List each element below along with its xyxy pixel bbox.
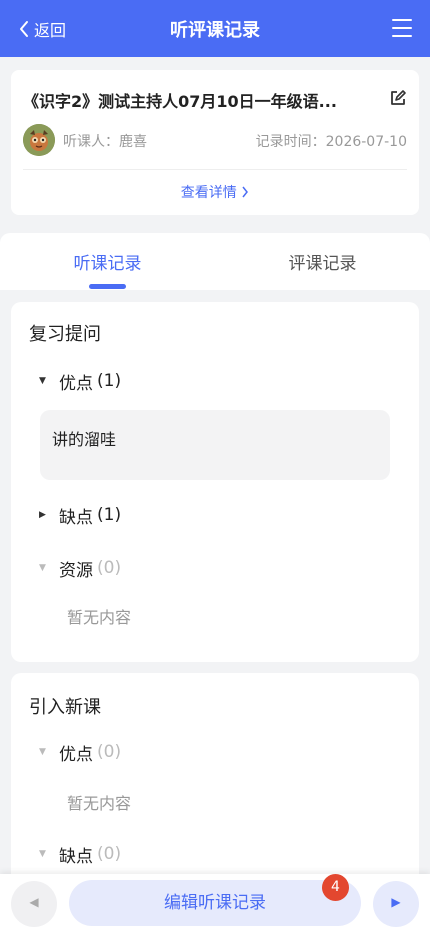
group-weaknesses-toggle[interactable]: ▼ 缺点 (0) — [39, 843, 122, 867]
group-strengths-toggle[interactable]: ▼ 优点 (0) — [39, 741, 122, 765]
group-label: 优点 — [59, 744, 93, 765]
group-weaknesses-toggle[interactable]: ▶ 缺点 (1) — [39, 504, 122, 528]
group-count: (1) — [97, 505, 122, 525]
group-label: 资源 — [59, 560, 93, 581]
divider — [23, 169, 407, 170]
empty-placeholder: 暂无内容 — [67, 794, 132, 813]
previous-button[interactable]: ◀ — [11, 881, 57, 927]
empty-placeholder: 暂无内容 — [67, 608, 132, 627]
group-count: (0) — [97, 844, 122, 864]
record-info-card: 《识字2》测试主持人07月10日一年级语... 听课人：鹿喜 记录时间：2026… — [11, 70, 419, 215]
lesson-title: 《识字2》测试主持人07月10日一年级语... — [23, 92, 337, 111]
view-details-label: 查看详情 — [180, 185, 237, 201]
top-navbar: 返回 听评课记录 — [0, 0, 430, 57]
group-count: (0) — [97, 742, 122, 762]
listener-info: 听课人：鹿喜 — [63, 134, 147, 150]
chevron-right-icon — [242, 186, 249, 198]
group-label: 缺点 — [59, 507, 93, 528]
section-title: 复习提问 — [29, 324, 101, 345]
section-title: 引入新课 — [29, 697, 101, 718]
group-strengths-toggle[interactable]: ▼ 优点 (1) — [39, 370, 122, 394]
group-count: (1) — [97, 371, 122, 391]
triangle-down-icon: ▼ — [39, 376, 46, 386]
record-tabs: 听课记录 评课记录 — [0, 233, 430, 290]
triangle-right-icon: ▶ — [39, 510, 46, 520]
count-badge: 4 — [322, 874, 349, 901]
triangle-down-icon: ▼ — [39, 747, 46, 757]
view-details-link[interactable]: 查看详情 — [11, 182, 419, 202]
play-left-icon: ◀ — [29, 895, 39, 909]
section-introduce-new-lesson: 引入新课 ▼ 优点 (0) 暂无内容 ▼ 缺点 (0) — [11, 673, 419, 893]
page-title: 听评课记录 — [170, 20, 260, 41]
triangle-down-icon: ▼ — [39, 849, 46, 859]
group-label: 优点 — [59, 373, 93, 394]
group-resources-toggle[interactable]: ▼ 资源 (0) — [39, 557, 122, 581]
record-time: 记录时间：2026-07-10 — [255, 134, 407, 150]
edit-icon[interactable] — [389, 89, 407, 107]
tab-evaluation-record[interactable]: 评课记录 — [215, 249, 430, 274]
active-tab-indicator — [89, 284, 126, 289]
section-review-questions: 复习提问 ▼ 优点 (1) 讲的溜哇 ▶ 缺点 (1) ▼ 资源 (0) 暂无内… — [11, 302, 419, 662]
comment-entry: 讲的溜哇 — [40, 410, 390, 480]
menu-icon[interactable] — [392, 19, 412, 37]
next-button[interactable]: ▶ — [373, 881, 419, 927]
edit-listening-record-button[interactable]: 编辑听课记录 — [69, 880, 361, 926]
group-count: (0) — [97, 558, 122, 578]
triangle-down-icon: ▼ — [39, 563, 46, 573]
group-label: 缺点 — [59, 846, 93, 867]
comment-text: 讲的溜哇 — [52, 430, 117, 449]
tab-listening-record[interactable]: 听课记录 — [0, 249, 215, 274]
play-right-icon: ▶ — [391, 895, 401, 909]
avatar — [23, 124, 55, 156]
bottom-action-bar: ◀ 编辑听课记录 ▶ — [0, 874, 430, 932]
